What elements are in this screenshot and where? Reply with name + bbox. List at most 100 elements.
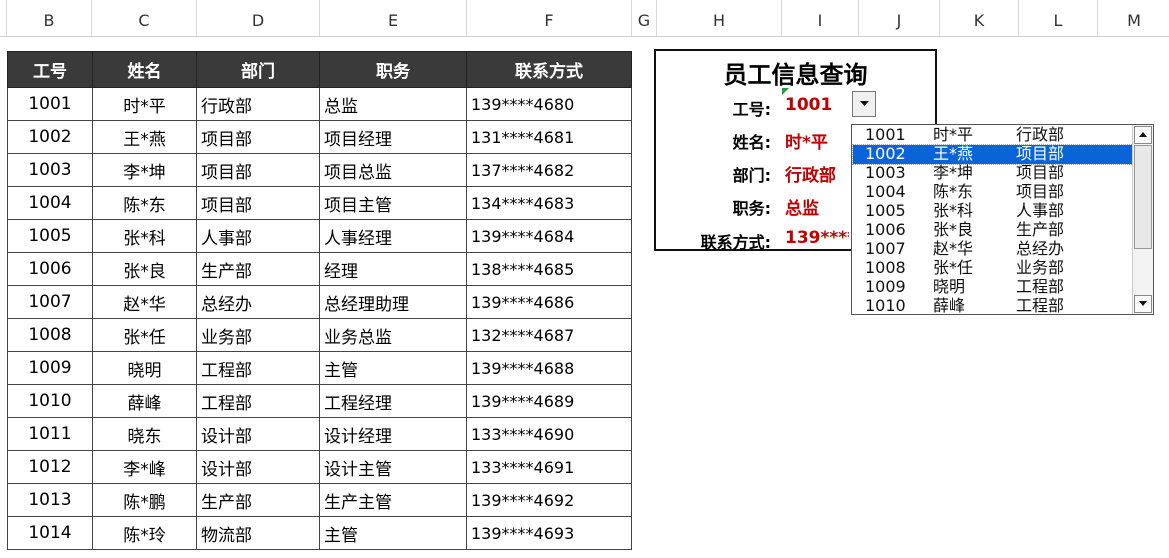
column-header-g[interactable]: G <box>631 0 656 36</box>
cell-name[interactable]: 张*科 <box>92 219 197 253</box>
cell-position[interactable]: 人事经理 <box>319 219 467 253</box>
cell-contact[interactable]: 139****4684 <box>466 219 632 253</box>
dropdown-item[interactable]: 1010 薛峰 工程部 <box>853 297 1133 315</box>
cell-id[interactable]: 1013 <box>7 483 93 517</box>
cell-dept[interactable]: 项目部 <box>196 153 320 187</box>
cell-contact[interactable]: 132****4687 <box>466 318 632 352</box>
cell-contact[interactable]: 133****4690 <box>466 417 632 451</box>
cell-position[interactable]: 设计主管 <box>319 450 467 484</box>
dropdown-item[interactable]: 1002 王*燕 项目部 <box>852 144 1134 165</box>
cell-dept[interactable]: 工程部 <box>196 351 320 385</box>
column-header-e[interactable]: E <box>319 0 466 36</box>
cell-dept[interactable]: 人事部 <box>196 219 320 253</box>
cell-id[interactable]: 1009 <box>7 351 93 385</box>
cell-name[interactable]: 张*任 <box>92 318 197 352</box>
cell-contact[interactable]: 137****4682 <box>466 153 632 187</box>
header-dept[interactable]: 部门 <box>196 51 320 88</box>
dropdown-item[interactable]: 1005 张*科 人事部 <box>853 202 1133 221</box>
dropdown-item[interactable]: 1007 赵*华 总经办 <box>853 240 1133 259</box>
dropdown-item[interactable]: 1004 陈*东 项目部 <box>853 183 1133 202</box>
cell-position[interactable]: 业务总监 <box>319 318 467 352</box>
cell-contact[interactable]: 139****4689 <box>466 384 632 418</box>
column-header-c[interactable]: C <box>91 0 196 36</box>
cell-dept[interactable]: 工程部 <box>196 384 320 418</box>
cell-id[interactable]: 1001 <box>7 87 93 121</box>
cell-id[interactable]: 1008 <box>7 318 93 352</box>
column-header-l[interactable]: L <box>1018 0 1097 36</box>
cell-contact[interactable]: 139****4688 <box>466 351 632 385</box>
column-header-d[interactable]: D <box>196 0 319 36</box>
cell-name[interactable]: 时*平 <box>92 87 197 121</box>
cell-id[interactable]: 1006 <box>7 252 93 286</box>
cell-dept[interactable]: 总经办 <box>196 285 320 319</box>
header-id[interactable]: 工号 <box>7 51 93 88</box>
cell-dept[interactable]: 项目部 <box>196 186 320 220</box>
cell-position[interactable]: 经理 <box>319 252 467 286</box>
cell-id[interactable]: 1014 <box>7 516 93 550</box>
cell-position[interactable]: 项目经理 <box>319 120 467 154</box>
cell-name[interactable]: 陈*东 <box>92 186 197 220</box>
cell-contact[interactable]: 133****4691 <box>466 450 632 484</box>
cell-contact[interactable]: 139****4680 <box>466 87 632 121</box>
column-header-m[interactable]: M <box>1097 0 1169 36</box>
scroll-down-button[interactable] <box>1134 295 1152 313</box>
cell-id[interactable]: 1010 <box>7 384 93 418</box>
cell-position[interactable]: 主管 <box>319 351 467 385</box>
cell-id[interactable]: 1005 <box>7 219 93 253</box>
cell-dept[interactable]: 生产部 <box>196 252 320 286</box>
cell-position[interactable]: 总监 <box>319 87 467 121</box>
cell-contact[interactable]: 138****4685 <box>466 252 632 286</box>
cell-id[interactable]: 1012 <box>7 450 93 484</box>
cell-id[interactable]: 1003 <box>7 153 93 187</box>
cell-id[interactable]: 1011 <box>7 417 93 451</box>
value-position[interactable]: 总监 <box>785 194 819 219</box>
cell-contact[interactable]: 131****4681 <box>466 120 632 154</box>
cell-dept[interactable]: 行政部 <box>196 87 320 121</box>
column-header-h[interactable]: H <box>656 0 781 36</box>
dropdown-item[interactable]: 1001 时*平 行政部 <box>853 126 1133 145</box>
dropdown-scrollbar[interactable] <box>1132 125 1153 314</box>
cell-position[interactable]: 主管 <box>319 516 467 550</box>
cell-contact[interactable]: 139****4686 <box>466 285 632 319</box>
column-header-j[interactable]: J <box>858 0 939 36</box>
cell-position[interactable]: 工程经理 <box>319 384 467 418</box>
cell-dept[interactable]: 生产部 <box>196 483 320 517</box>
scroll-up-button[interactable] <box>1134 126 1152 144</box>
cell-position[interactable]: 项目总监 <box>319 153 467 187</box>
cell-name[interactable]: 李*坤 <box>92 153 197 187</box>
cell-name[interactable]: 晓明 <box>92 351 197 385</box>
cell-dept[interactable]: 设计部 <box>196 417 320 451</box>
value-id[interactable]: 1001 <box>785 95 832 115</box>
cell-dept[interactable]: 设计部 <box>196 450 320 484</box>
cell-dept[interactable]: 物流部 <box>196 516 320 550</box>
cell-contact[interactable]: 139****4693 <box>466 516 632 550</box>
cell-name[interactable]: 晓东 <box>92 417 197 451</box>
cell-name[interactable]: 陈*玲 <box>92 516 197 550</box>
cell-position[interactable]: 总经理助理 <box>319 285 467 319</box>
dropdown-item[interactable]: 1006 张*良 生产部 <box>853 221 1133 240</box>
cell-dept[interactable]: 业务部 <box>196 318 320 352</box>
cell-name[interactable]: 王*燕 <box>92 120 197 154</box>
header-contact[interactable]: 联系方式 <box>466 51 632 88</box>
value-contact[interactable]: 139****4680 <box>785 228 849 248</box>
column-header-i[interactable]: I <box>781 0 858 36</box>
column-header-f[interactable]: F <box>466 0 631 36</box>
header-name[interactable]: 姓名 <box>92 51 197 88</box>
cell-contact[interactable]: 134****4683 <box>466 186 632 220</box>
value-name[interactable]: 时*平 <box>785 128 828 153</box>
dropdown-list[interactable]: 1001 时*平 行政部 1002 王*燕 项目部 1003 李*坤 项目部 1004 陈*东 项目部… <box>851 124 1154 315</box>
cell-name[interactable]: 赵*华 <box>92 285 197 319</box>
header-position[interactable]: 职务 <box>319 51 467 88</box>
cell-id[interactable]: 1007 <box>7 285 93 319</box>
dropdown-item[interactable]: 1008 张*任 业务部 <box>853 259 1133 278</box>
value-dept[interactable]: 行政部 <box>785 161 836 186</box>
dropdown-item[interactable]: 1009 晓明 工程部 <box>853 278 1133 297</box>
cell-position[interactable]: 生产主管 <box>319 483 467 517</box>
cell-name[interactable]: 李*峰 <box>92 450 197 484</box>
cell-position[interactable]: 设计经理 <box>319 417 467 451</box>
cell-position[interactable]: 项目主管 <box>319 186 467 220</box>
cell-dept[interactable]: 项目部 <box>196 120 320 154</box>
cell-name[interactable]: 薛峰 <box>92 384 197 418</box>
scroll-thumb[interactable] <box>1134 145 1152 249</box>
cell-id[interactable]: 1004 <box>7 186 93 220</box>
